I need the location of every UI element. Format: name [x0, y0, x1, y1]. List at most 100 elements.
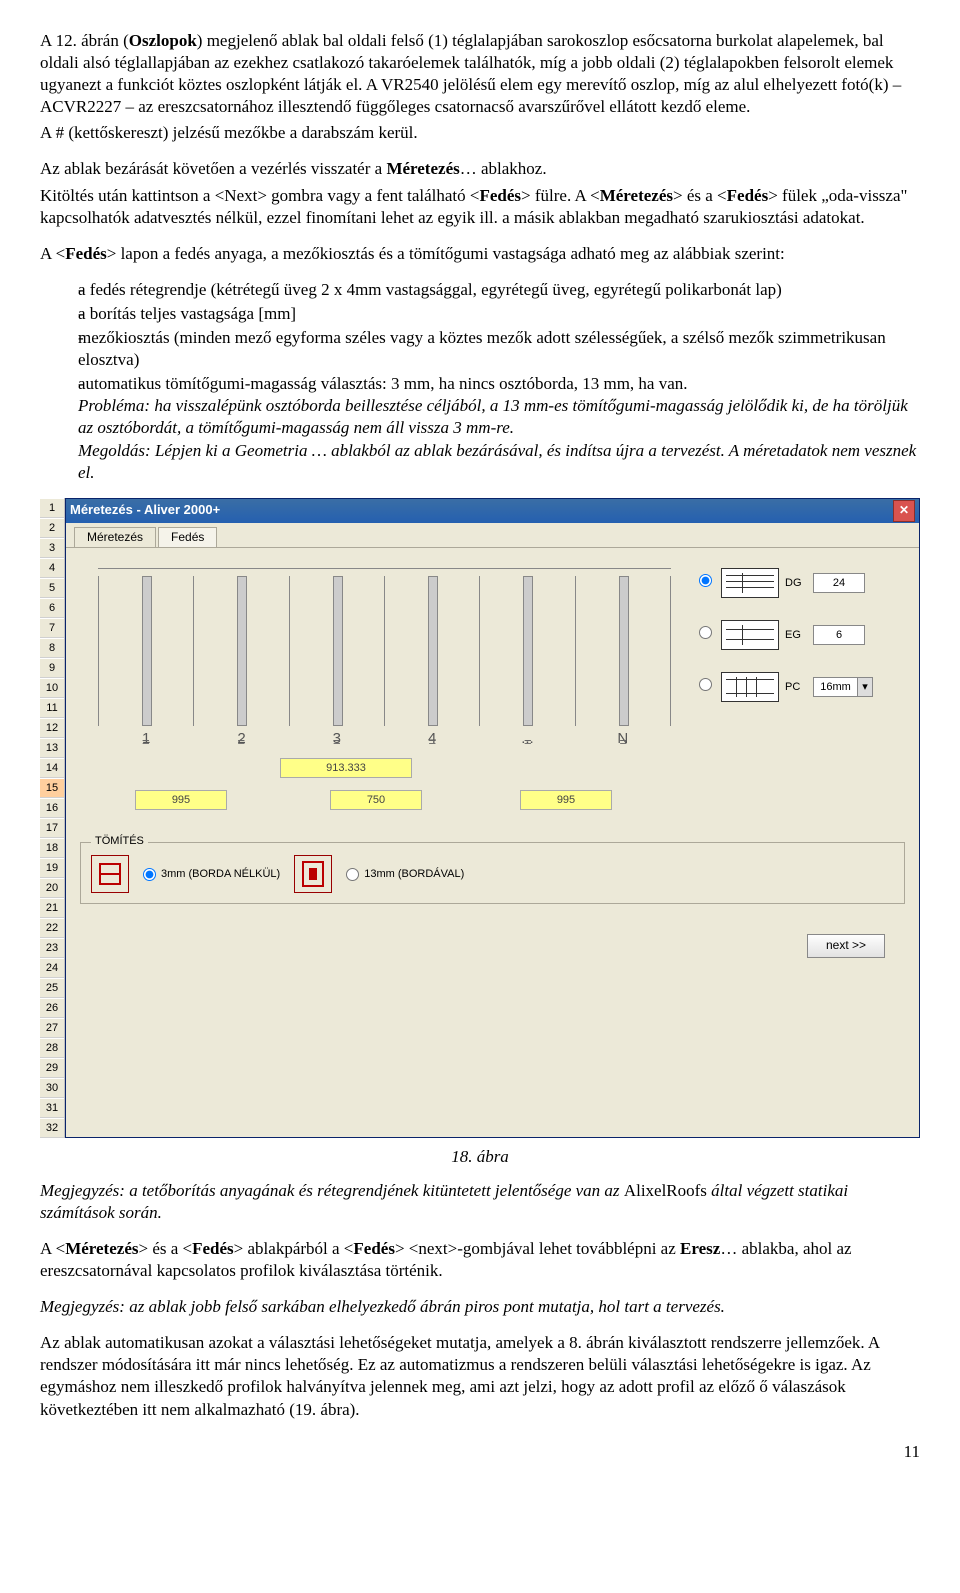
row-num[interactable]: 11 [40, 698, 64, 718]
label-dg: DG [785, 576, 813, 590]
text: Megjegyzés: a tetőborítás anyagának és r… [40, 1181, 624, 1200]
tomites-group: TÖMÍTÉS 3mm (BORDA NÉLKÜL) 13mm (BORDÁVA… [80, 842, 905, 904]
row-num[interactable]: 10 [40, 678, 64, 698]
radio-3mm[interactable] [143, 868, 156, 881]
close-icon: ✕ [899, 503, 909, 519]
bar-cell: 1 [98, 576, 193, 726]
para-2: A # (kettőskereszt) jelzésű mezőkbe a da… [40, 122, 920, 144]
spreadsheet-row-headers: 1 2 3 4 5 6 7 8 9 10 11 12 13 14 15 16 1… [40, 498, 65, 1138]
radio-pc[interactable] [699, 678, 712, 691]
text: > fülre. A < [521, 186, 600, 205]
note-1: Megjegyzés: a tetőborítás anyagának és r… [40, 1180, 920, 1224]
row-num[interactable]: 14 [40, 758, 64, 778]
row-num[interactable]: 4 [40, 558, 64, 578]
para-7: Az ablak automatikusan azokat a választá… [40, 1332, 920, 1420]
text: … ablakhoz. [460, 159, 547, 178]
row-num[interactable]: 20 [40, 878, 64, 898]
list-text: mezőkiosztás (minden mező egyforma széle… [78, 327, 920, 371]
text-bold: Fedés [192, 1239, 234, 1258]
text-bold: Méretezés [386, 159, 459, 178]
row-num[interactable]: 17 [40, 818, 64, 838]
row-num[interactable]: 19 [40, 858, 64, 878]
text-bold: Eresz [680, 1239, 720, 1258]
titlebar[interactable]: Méretezés - Aliver 2000+ ✕ [66, 499, 919, 523]
row-num[interactable]: 6 [40, 598, 64, 618]
close-button[interactable]: ✕ [893, 500, 915, 522]
page-number: 11 [40, 1441, 920, 1463]
row-num[interactable]: 21 [40, 898, 64, 918]
label-3mm: 3mm (BORDA NÉLKÜL) [161, 867, 280, 881]
row-num[interactable]: 31 [40, 1098, 64, 1118]
field-913[interactable]: 913.333 [280, 758, 412, 778]
row-num[interactable]: 23 [40, 938, 64, 958]
tomites-opt-13mm[interactable]: 13mm (BORDÁVAL) [346, 867, 464, 881]
note-2: Megjegyzés: az ablak jobb felső sarkában… [40, 1296, 920, 1318]
bar-cell: N [575, 576, 671, 726]
figure-caption: 18. ábra [40, 1146, 920, 1168]
drawing-left: 1 2 3 4 ... N = = = = = = [80, 558, 689, 818]
vbar-icon [333, 576, 343, 726]
text: A < [40, 1239, 65, 1258]
row-num[interactable]: 8 [40, 638, 64, 658]
top-line [98, 568, 671, 569]
para-4: Kitöltés után kattintson a <Next> gombra… [40, 185, 920, 229]
row-num[interactable]: 32 [40, 1118, 64, 1138]
tab-fedes[interactable]: Fedés [158, 527, 217, 548]
row-num[interactable]: 26 [40, 998, 64, 1018]
row-num[interactable]: 24 [40, 958, 64, 978]
radio-dg[interactable] [699, 574, 712, 587]
list-item: -a borítás teljes vastagsága [mm] [40, 303, 920, 325]
seal-13mm-icon [294, 855, 332, 893]
text: > és a < [138, 1239, 192, 1258]
tomites-opt-3mm[interactable]: 3mm (BORDA NÉLKÜL) [143, 867, 280, 881]
chevron-down-icon: ▾ [857, 678, 872, 696]
eq-label: = [98, 734, 194, 751]
row-num[interactable]: 9 [40, 658, 64, 678]
row-num[interactable]: 25 [40, 978, 64, 998]
text: AlixelRoofs [624, 1181, 707, 1200]
seal-3mm-icon [91, 855, 129, 893]
option-dg: DG 24 [699, 568, 899, 598]
list-item: -a fedés rétegrendje (kétrétegű üveg 2 x… [40, 279, 920, 301]
value-eg[interactable]: 6 [813, 625, 865, 645]
eq-label: = [289, 734, 385, 751]
eg-icon [721, 620, 779, 650]
row-num[interactable]: 22 [40, 918, 64, 938]
radio-13mm[interactable] [346, 868, 359, 881]
select-pc[interactable]: 16mm ▾ [813, 677, 873, 697]
para-5: A <Fedés> lapon a fedés anyaga, a mezőki… [40, 243, 920, 265]
row-num[interactable]: 2 [40, 518, 64, 538]
text-bold: Méretezés [600, 186, 673, 205]
list-text-italic: Megoldás: Lépjen ki a Geometria … ablakb… [78, 441, 916, 482]
row-num[interactable]: 13 [40, 738, 64, 758]
vbar-icon [619, 576, 629, 726]
row-num[interactable]: 7 [40, 618, 64, 638]
vbar-icon [237, 576, 247, 726]
tab-meretezes[interactable]: Méretezés [74, 527, 156, 548]
text: Az ablak bezárását követően a vezérlés v… [40, 159, 386, 178]
bullet-list: -a fedés rétegrendje (kétrétegű üveg 2 x… [40, 279, 920, 484]
row-num[interactable]: 27 [40, 1018, 64, 1038]
row-num[interactable]: 5 [40, 578, 64, 598]
row-num[interactable]: 16 [40, 798, 64, 818]
dialog-window: Méretezés - Aliver 2000+ ✕ Méretezés Fed… [65, 498, 920, 1138]
row-num[interactable]: 1 [40, 498, 64, 518]
field-750[interactable]: 750 [330, 790, 422, 810]
window-title: Méretezés - Aliver 2000+ [70, 502, 893, 519]
next-button[interactable]: next >> [807, 934, 885, 958]
field-995-right[interactable]: 995 [520, 790, 612, 810]
row-num[interactable]: 3 [40, 538, 64, 558]
row-num[interactable]: 12 [40, 718, 64, 738]
row-num[interactable]: 28 [40, 1038, 64, 1058]
row-num[interactable]: 29 [40, 1058, 64, 1078]
value-dg[interactable]: 24 [813, 573, 865, 593]
list-text: a fedés rétegrendje (kétrétegű üveg 2 x … [78, 279, 920, 301]
vbar-icon [523, 576, 533, 726]
field-995-left[interactable]: 995 [135, 790, 227, 810]
radio-eg[interactable] [699, 626, 712, 639]
row-num[interactable]: 15 [40, 778, 64, 798]
row-num[interactable]: 18 [40, 838, 64, 858]
text: > <next>-gombjával lehet továbblépni az [395, 1239, 680, 1258]
row-num[interactable]: 30 [40, 1078, 64, 1098]
vbar-icon [428, 576, 438, 726]
